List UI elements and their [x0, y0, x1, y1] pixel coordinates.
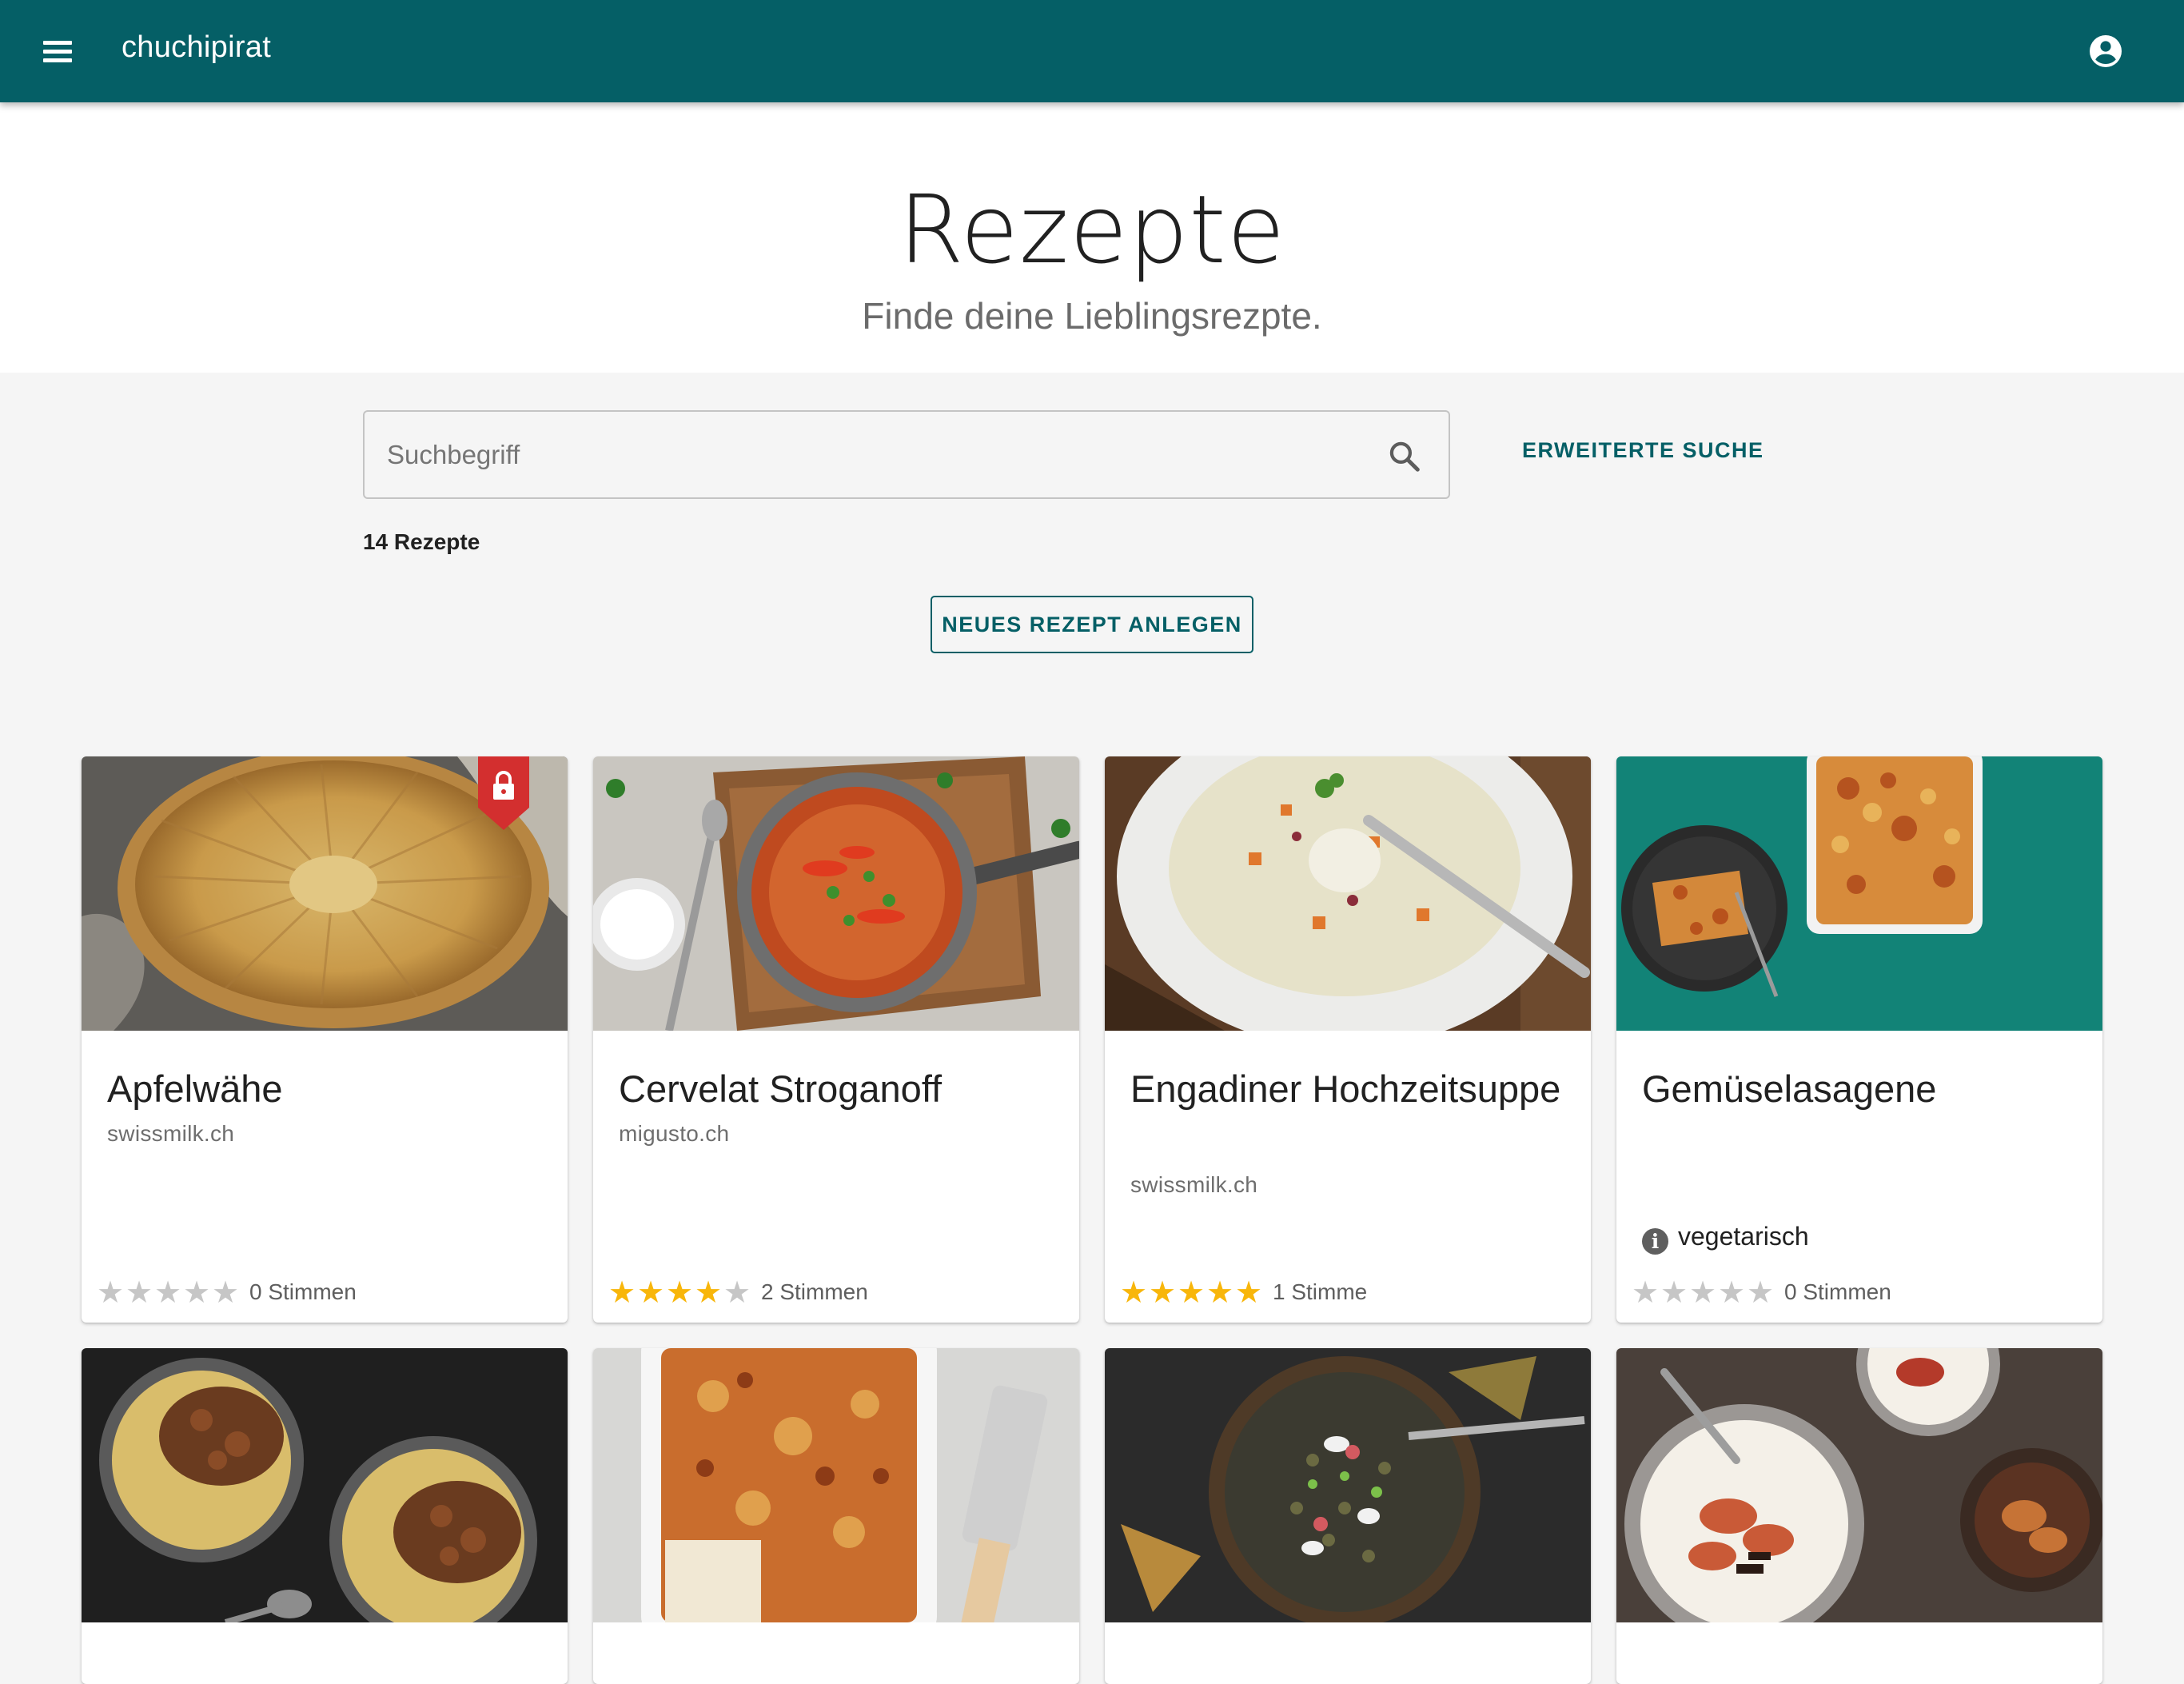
star-icon: ★ [125, 1275, 153, 1310]
app-title[interactable]: chuchipirat [122, 30, 271, 65]
star-icon: ★ [1746, 1275, 1775, 1310]
menu-icon[interactable] [34, 29, 82, 74]
account-circle-icon[interactable] [2086, 32, 2125, 70]
rating-stars: ★★★★★ [1631, 1276, 1775, 1308]
recipe-source: swissmilk.ch [1130, 1172, 1258, 1197]
rating-stars: ★★★★★ [608, 1276, 751, 1308]
recipe-card[interactable] [82, 1348, 568, 1684]
star-icon: ★ [211, 1275, 240, 1310]
vote-count: 2 Stimmen [761, 1279, 868, 1304]
star-icon: ★ [1177, 1275, 1206, 1310]
search-icon[interactable] [1386, 438, 1423, 475]
vote-count: 1 Stimme [1273, 1279, 1368, 1304]
star-icon: ★ [1660, 1275, 1688, 1310]
recipe-tag-label: vegetarisch [1678, 1222, 1809, 1251]
star-icon: ★ [1631, 1275, 1660, 1310]
rating-stars: ★★★★★ [96, 1276, 240, 1308]
recipe-card[interactable] [1616, 1348, 2102, 1684]
recipe-image-vegetable-lasagna [1616, 756, 2102, 1031]
private-lock-icon [478, 756, 529, 830]
recipe-image-soup-bowl [1105, 756, 1591, 1031]
star-icon: ★ [694, 1275, 723, 1310]
star-icon: ★ [608, 1275, 636, 1310]
recipe-title: Cervelat Stroganoff [619, 1067, 943, 1110]
recipe-title: Apfelwähe [107, 1067, 283, 1110]
recipe-source: swissmilk.ch [107, 1121, 235, 1146]
recipe-card[interactable]: Engadiner Hochzeitsuppe swissmilk.ch ★★★… [1105, 756, 1591, 1323]
new-recipe-button[interactable]: NEUES REZEPT ANLEGEN [931, 596, 1253, 653]
star-icon: ★ [1148, 1275, 1177, 1310]
recipe-source: migusto.ch [619, 1121, 730, 1146]
recipe-rating: ★★★★★ 1 Stimme [1119, 1276, 1367, 1308]
recipe-rating: ★★★★★ 0 Stimmen [96, 1276, 357, 1308]
star-icon: ★ [1119, 1275, 1148, 1310]
star-icon: ★ [96, 1275, 125, 1310]
app-bar: chuchipirat [0, 0, 2184, 102]
recipe-card[interactable]: Cervelat Stroganoff migusto.ch ★★★★★ 2 St… [593, 756, 1079, 1323]
recipe-image-stroganoff-pan [593, 756, 1079, 1031]
star-icon: ★ [153, 1275, 182, 1310]
recipe-rating: ★★★★★ 0 Stimmen [1631, 1276, 1891, 1308]
star-icon: ★ [1234, 1275, 1263, 1310]
recipe-title: Engadiner Hochzeitsuppe [1130, 1067, 1561, 1110]
page-header: Rezepte Finde deine Lieblingsrezpte. [0, 102, 2184, 373]
vote-count: 0 Stimmen [249, 1279, 357, 1304]
recipe-card[interactable] [1105, 1348, 1591, 1684]
star-icon: ★ [636, 1275, 665, 1310]
recipe-image-dessert-glasses [1616, 1348, 2102, 1622]
recipe-rating: ★★★★★ 2 Stimmen [608, 1276, 868, 1308]
search-input[interactable] [385, 431, 1345, 479]
star-icon: ★ [182, 1275, 211, 1310]
star-icon: ★ [1206, 1275, 1234, 1310]
star-icon: ★ [665, 1275, 694, 1310]
recipe-card[interactable]: Gemüselasagene i vegetarisch ★★★★★ 0 Stimm… [1616, 756, 2102, 1323]
recipe-card[interactable] [593, 1348, 1079, 1684]
recipe-image-lentil-salad [1105, 1348, 1591, 1622]
result-count: 14 Rezepte [363, 529, 480, 554]
advanced-search-button[interactable]: ERWEITERTE SUCHE [1522, 438, 1764, 463]
search-field [363, 410, 1450, 499]
page-subtitle: Finde deine Lieblingsrezpte. [862, 295, 1322, 337]
recipe-tag: i vegetarisch [1642, 1222, 1809, 1255]
vote-count: 0 Stimmen [1784, 1279, 1891, 1304]
recipe-card[interactable]: Apfelwähe swissmilk.ch ★★★★★ 0 Stimmen [82, 756, 568, 1323]
page-title: Rezepte [898, 174, 1286, 285]
star-icon: ★ [1688, 1275, 1717, 1310]
info-icon: i [1642, 1228, 1668, 1255]
recipe-image-lasagna-dish [593, 1348, 1079, 1622]
recipe-title: Gemüselasagene [1642, 1067, 1937, 1110]
star-icon: ★ [723, 1275, 751, 1310]
rating-stars: ★★★★★ [1119, 1276, 1263, 1308]
star-icon: ★ [1717, 1275, 1746, 1310]
recipe-image-pasta-with-mince [82, 1348, 568, 1622]
